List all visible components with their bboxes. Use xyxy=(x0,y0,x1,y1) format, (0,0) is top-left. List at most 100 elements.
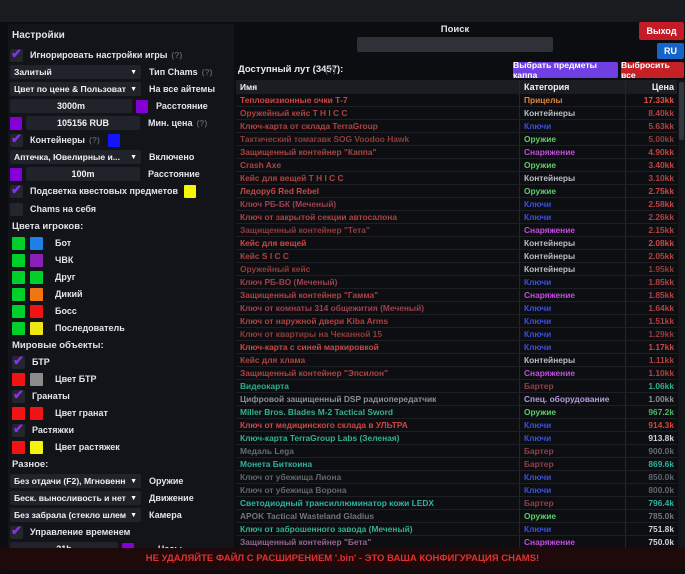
secondary-color-swatch[interactable] xyxy=(30,322,43,335)
visible-color-swatch[interactable] xyxy=(12,322,25,335)
table-row[interactable]: Crash AxeОружие3.40kk xyxy=(236,159,677,172)
loot-filter-dropdown[interactable]: Аптечка, Ювелирные и... ▼ xyxy=(10,150,141,164)
self-chams-checkbox[interactable] xyxy=(10,203,23,216)
help-icon[interactable]: (?) xyxy=(89,135,100,145)
table-row[interactable]: Ключ от убежища ЛионаКлючи850.0k xyxy=(236,471,677,484)
table-row[interactable]: Тепловизионные очки Т-7Прицелы17.33kk xyxy=(236,94,677,107)
help-icon[interactable]: (?) xyxy=(171,50,182,60)
item-name: Ключ-карта TerraGroup Labs (Зеленая) xyxy=(236,433,519,443)
table-row[interactable]: Ключ-карта от склада TerraGroupКлючи5.63… xyxy=(236,120,677,133)
secondary-color-swatch[interactable] xyxy=(30,373,43,386)
world-objects-title: Мировые объекты: xyxy=(12,340,234,351)
table-row[interactable]: Ключ от наружной двери Kiba ArmsКлючи1.5… xyxy=(236,315,677,328)
table-row[interactable]: Монета БиткоинаБартер869.6k xyxy=(236,458,677,471)
distance-input[interactable]: 3000m xyxy=(10,99,132,113)
secondary-color-swatch[interactable] xyxy=(30,254,43,267)
table-row[interactable]: Кейс S I C CКонтейнеры2.05kk xyxy=(236,250,677,263)
world-object-checkbox[interactable] xyxy=(12,424,25,437)
table-row[interactable]: Защищенный контейнер "Каппа"Снаряжение4.… xyxy=(236,146,677,159)
secondary-color-swatch[interactable] xyxy=(30,271,43,284)
secondary-color-swatch[interactable] xyxy=(30,305,43,318)
player-type-label: Дикий xyxy=(55,289,83,299)
secondary-color-swatch[interactable] xyxy=(30,237,43,250)
item-price: 967.2k xyxy=(625,406,677,418)
visible-color-swatch[interactable] xyxy=(12,288,25,301)
table-row[interactable]: Цифровой защищенный DSP радиопередатчикС… xyxy=(236,393,677,406)
table-row[interactable]: Защищенный контейнер "Тета"Снаряжение2.1… xyxy=(236,224,677,237)
time-control-checkbox[interactable] xyxy=(10,526,23,539)
table-scrollbar[interactable] xyxy=(678,80,685,548)
table-row[interactable]: Защищенный контейнер "Эпсилон"Снаряжение… xyxy=(236,367,677,380)
table-row[interactable]: APOK Tactical Wasteland GladiusОружие785… xyxy=(236,510,677,523)
table-row[interactable]: Ключ от квартиры на Чеканной 15Ключи1.29… xyxy=(236,328,677,341)
player-color-row: Друг xyxy=(12,270,234,284)
visible-color-swatch[interactable] xyxy=(12,254,25,267)
table-row[interactable]: Кейс для хламаКонтейнеры1.11kk xyxy=(236,354,677,367)
select-kappa-items-button[interactable]: Выбрать предметы каппа xyxy=(513,62,618,78)
secondary-color-swatch[interactable] xyxy=(30,288,43,301)
ignore-game-settings-checkbox[interactable] xyxy=(10,49,23,62)
help-icon[interactable]: (?) xyxy=(202,67,213,77)
help-icon[interactable]: (?) xyxy=(325,65,336,75)
table-row[interactable]: Ключ-карта с синей маркировкойКлючи1.17k… xyxy=(236,341,677,354)
item-name: Защищенный контейнер "Эпсилон" xyxy=(236,368,519,378)
exit-button[interactable]: Выход xyxy=(639,22,684,40)
secondary-color-swatch[interactable] xyxy=(30,407,43,420)
table-row[interactable]: Ключ от заброшенного завода (Меченый)Клю… xyxy=(236,523,677,536)
table-row[interactable]: Ключ от медицинского склада в УЛЬТРАКлюч… xyxy=(236,419,677,432)
scrollbar-thumb[interactable] xyxy=(679,82,684,140)
table-row[interactable]: Кейс для вещей T H I C CКонтейнеры3.10kk xyxy=(236,172,677,185)
table-row[interactable]: Тактический томагавк SOG Voodoo HawkОруж… xyxy=(236,133,677,146)
table-row[interactable]: Оружейный кейсКонтейнеры1.95kk xyxy=(236,263,677,276)
table-row[interactable]: Ключ от убежища ВоронаКлючи800.0k xyxy=(236,484,677,497)
loot-distance-input[interactable]: 100m xyxy=(26,167,140,181)
table-row[interactable]: Светодиодный трансиллюминатор кожи LEDXБ… xyxy=(236,497,677,510)
camera-dropdown[interactable]: Без забрала (стекло шлема) ▼ xyxy=(10,508,141,522)
quest-highlight-checkbox[interactable] xyxy=(10,185,23,198)
table-row[interactable]: Miller Bros. Blades M-2 Tactical SwordОр… xyxy=(236,406,677,419)
table-row[interactable]: Ключ РБ-ВО (Меченый)Ключи1.85kk xyxy=(236,276,677,289)
visible-color-swatch[interactable] xyxy=(12,373,25,386)
table-row[interactable]: Защищенный контейнер "Бета"Снаряжение750… xyxy=(236,536,677,548)
table-row[interactable]: Медаль LegaБартер900.0k xyxy=(236,445,677,458)
distance-color-swatch[interactable] xyxy=(136,100,148,113)
price-color-label: На все айтемы xyxy=(149,84,215,94)
table-row[interactable]: Ключ-карта TerraGroup Labs (Зеленая)Ключ… xyxy=(236,432,677,445)
world-object-checkbox[interactable] xyxy=(12,390,25,403)
item-category: Ключи xyxy=(519,523,625,535)
min-price-input[interactable]: 105156 RUB xyxy=(26,116,140,130)
table-row[interactable]: Ледоруб Red RebelОружие2.75kk xyxy=(236,185,677,198)
column-name[interactable]: Имя xyxy=(236,82,519,92)
world-object-checkbox[interactable] xyxy=(12,356,25,369)
language-button[interactable]: RU xyxy=(657,43,684,59)
quest-highlight-color-swatch[interactable] xyxy=(184,185,196,198)
price-color-dropdown[interactable]: Цвет по цене & Пользователь ▼ xyxy=(10,82,141,96)
containers-color-swatch[interactable] xyxy=(108,134,120,147)
column-category[interactable]: Категория xyxy=(519,80,625,94)
visible-color-swatch[interactable] xyxy=(12,305,25,318)
table-row[interactable]: Кейс для вещейКонтейнеры2.08kk xyxy=(236,237,677,250)
min-price-color-swatch[interactable] xyxy=(10,117,22,130)
table-row[interactable]: Оружейный кейс T H I C CКонтейнеры8.40kk xyxy=(236,107,677,120)
table-row[interactable]: Ключ от комнаты 314 общежития (Меченый)К… xyxy=(236,302,677,315)
visible-color-swatch[interactable] xyxy=(12,441,25,454)
movement-dropdown[interactable]: Беск. выносливость и нет уста ▼ xyxy=(10,491,141,505)
visible-color-swatch[interactable] xyxy=(12,237,25,250)
weapon-dropdown[interactable]: Без отдачи (F2), Мгновенное п ▼ xyxy=(10,474,141,488)
loot-distance-color-swatch[interactable] xyxy=(10,168,22,181)
table-row[interactable]: Защищенный контейнер "Гамма"Снаряжение1.… xyxy=(236,289,677,302)
table-row[interactable]: Ключ от закрытой секции автосалонаКлючи2… xyxy=(236,211,677,224)
search-input[interactable] xyxy=(357,37,553,52)
table-row[interactable]: ВидеокартаБартер1.06kk xyxy=(236,380,677,393)
help-icon[interactable]: (?) xyxy=(196,118,207,128)
table-row[interactable]: Ключ РБ-БК (Меченый)Ключи2.58kk xyxy=(236,198,677,211)
containers-checkbox[interactable] xyxy=(10,134,23,147)
chevron-down-icon: ▼ xyxy=(130,86,137,93)
secondary-color-swatch[interactable] xyxy=(30,441,43,454)
visible-color-swatch[interactable] xyxy=(12,407,25,420)
column-price[interactable]: Цена xyxy=(625,80,677,94)
visible-color-swatch[interactable] xyxy=(12,271,25,284)
player-color-row: Последователь xyxy=(12,321,234,335)
chams-type-dropdown[interactable]: Залитый ▼ xyxy=(10,65,141,79)
drop-all-button[interactable]: Выбросить все xyxy=(621,62,684,78)
